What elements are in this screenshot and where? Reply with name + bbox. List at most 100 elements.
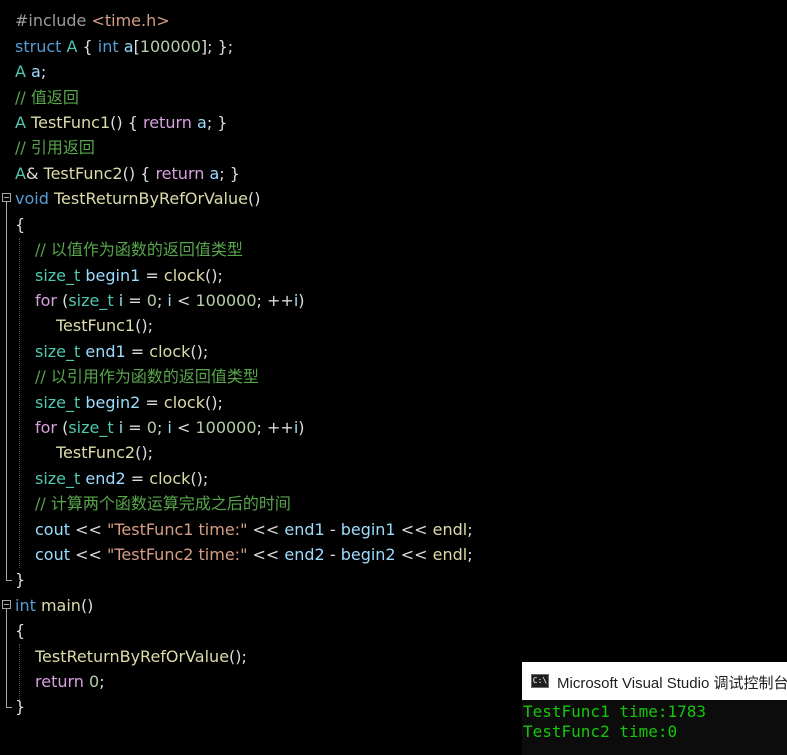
token: a	[197, 113, 207, 132]
console-title-bar[interactable]: C:\ Microsoft Visual Studio 调试控制台	[522, 662, 787, 700]
code-line-3: A a;	[15, 59, 46, 84]
token: endl	[432, 520, 468, 539]
token: ]; };	[200, 37, 234, 56]
token: =	[123, 291, 147, 310]
token: <	[171, 291, 196, 310]
token: TestFunc1	[56, 316, 136, 335]
token: size_t	[35, 342, 81, 361]
token: main	[40, 596, 81, 615]
token: ;	[156, 418, 168, 437]
collapse-toggle-icon[interactable]	[2, 600, 11, 609]
code-line-9: {	[15, 215, 26, 234]
token: endl	[432, 545, 468, 564]
code-line-1: #include <time.h>	[15, 8, 170, 33]
token: 100000	[195, 291, 257, 310]
console-output-line: TestFunc1 time:1783	[523, 702, 707, 721]
token: <<	[247, 545, 285, 564]
token: A	[15, 113, 26, 132]
token: ; ++	[256, 418, 294, 437]
token: clock	[163, 266, 205, 285]
token: size_t	[35, 469, 81, 488]
token: TestFunc2	[43, 164, 123, 183]
token: (	[57, 418, 69, 437]
code-line-22: cout << "TestFunc2 time:" << end2 - begi…	[35, 542, 473, 567]
code-line-5: A TestFunc1() { return a; }	[15, 110, 227, 135]
token: "TestFunc2 time:"	[106, 545, 248, 564]
code-line-11: size_t begin1 = clock();	[35, 263, 223, 288]
token: ;	[40, 62, 47, 81]
token: <	[171, 418, 196, 437]
token: return	[142, 113, 192, 132]
token: ();	[190, 342, 209, 361]
token: 100000	[195, 418, 257, 437]
token: <<	[395, 520, 433, 539]
token: ();	[204, 393, 223, 412]
token: a	[31, 62, 41, 81]
token: size_t	[35, 393, 81, 412]
token: size_t	[68, 291, 114, 310]
token: A	[15, 62, 26, 81]
code-line-17: for (size_t i = 0; i < 100000; ++i)	[35, 415, 305, 440]
token: <<	[395, 545, 433, 564]
token: return	[35, 672, 84, 691]
token: return	[155, 164, 205, 183]
debug-console-window[interactable]: C:\ Microsoft Visual Studio 调试控制台 TestFu…	[522, 662, 787, 755]
token: &	[25, 164, 44, 183]
code-editor[interactable]: #include <time.h> struct A { int a[10000…	[0, 0, 787, 755]
token: end2	[284, 545, 325, 564]
code-line-20: // 计算两个函数运算完成之后的时间	[35, 494, 291, 513]
token: ();	[229, 647, 247, 666]
code-line-24: int main()	[15, 593, 93, 618]
token: <<	[70, 520, 107, 539]
code-line-7: A& TestFunc2() { return a; }	[15, 161, 240, 186]
token: struct	[15, 37, 67, 56]
code-line-2: struct A { int a[100000]; };	[15, 34, 233, 59]
token: A	[15, 164, 26, 183]
code-line-10: // 以值作为函数的返回值类型	[35, 240, 243, 259]
token: TestReturnByRefOrValue	[35, 647, 230, 666]
token: TestReturnByRefOrValue	[53, 189, 248, 208]
token: begin2	[340, 545, 396, 564]
code-line-6: // 引用返回	[15, 138, 95, 157]
code-line-16: size_t begin2 = clock();	[35, 390, 223, 415]
code-line-27: return 0;	[35, 669, 105, 694]
token: for	[35, 418, 57, 437]
code-line-14: size_t end1 = clock();	[35, 339, 208, 364]
token: -	[324, 520, 341, 539]
code-line-8: void TestReturnByRefOrValue()	[15, 186, 260, 211]
console-title: Microsoft Visual Studio 调试控制台	[557, 675, 787, 692]
token: ;	[156, 291, 168, 310]
token: end1	[284, 520, 325, 539]
code-line-28: }	[15, 697, 26, 716]
token: ;	[467, 520, 473, 539]
token: "TestFunc1 time:"	[106, 520, 248, 539]
token: 0	[146, 291, 157, 310]
collapse-toggle-icon[interactable]	[2, 193, 11, 202]
token: end1	[85, 342, 126, 361]
token: ;	[99, 672, 105, 691]
token: ();	[190, 469, 209, 488]
token: a	[209, 164, 220, 183]
token: -	[324, 545, 341, 564]
token: ()	[247, 189, 261, 208]
token: TestFunc1	[31, 113, 111, 132]
token: a	[123, 37, 134, 56]
token: begin1	[340, 520, 396, 539]
token: ();	[204, 266, 223, 285]
token: begin2	[85, 393, 141, 412]
code-line-15: // 以引用作为函数的返回值类型	[35, 367, 259, 386]
code-line-25: {	[15, 621, 26, 640]
token: 100000	[139, 37, 201, 56]
token: ();	[135, 316, 153, 335]
token: ; ++	[256, 291, 294, 310]
token: {	[77, 37, 98, 56]
token: ;	[467, 545, 473, 564]
console-app-icon: C:\	[531, 674, 549, 688]
token: <<	[70, 545, 107, 564]
code-line-26: TestReturnByRefOrValue();	[35, 644, 247, 669]
token: clock	[163, 393, 205, 412]
fold-line	[6, 202, 7, 580]
token: size_t	[35, 266, 81, 285]
token: =	[123, 418, 147, 437]
token: size_t	[68, 418, 114, 437]
